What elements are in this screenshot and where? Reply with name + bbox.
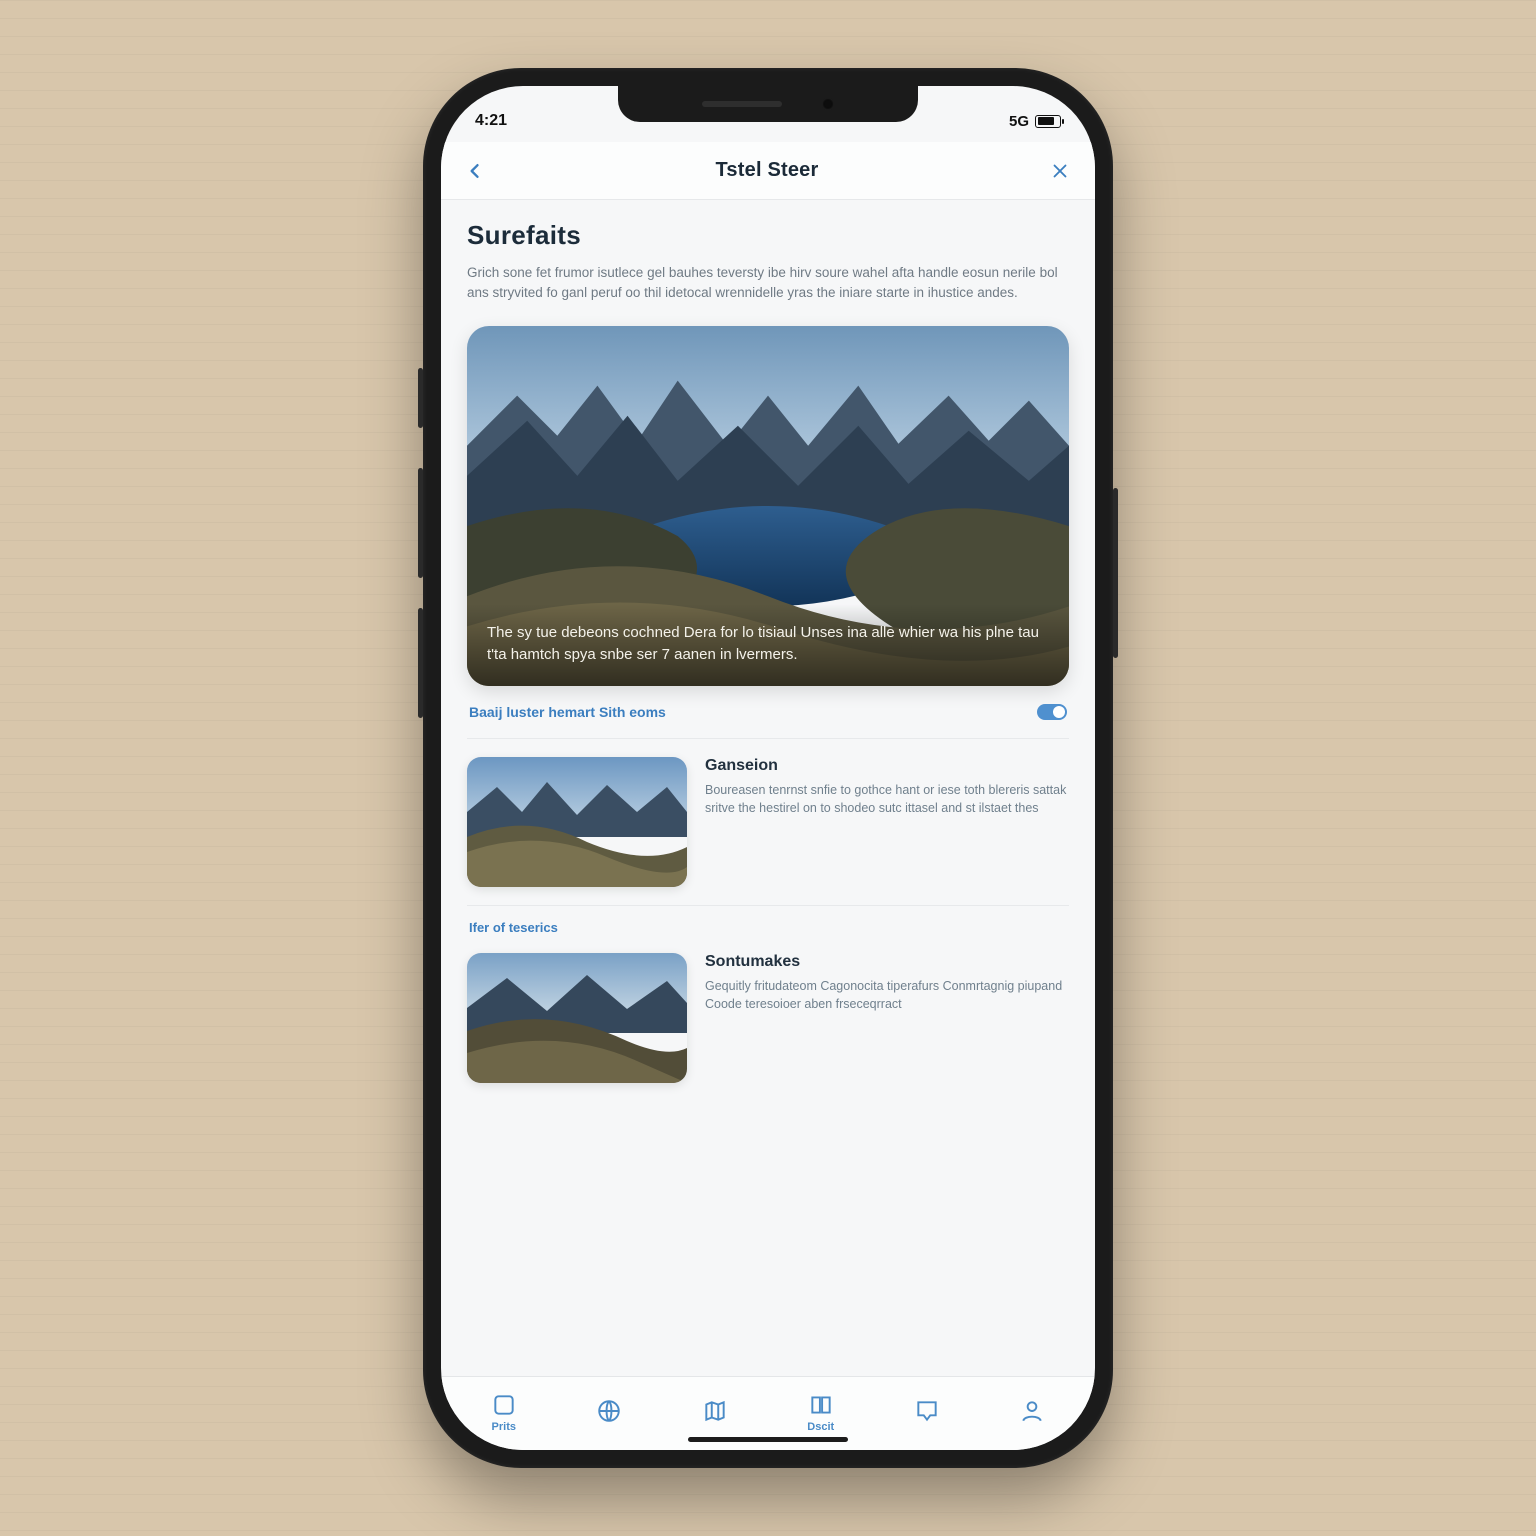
tab-4[interactable]: Dscit bbox=[807, 1392, 834, 1433]
list-item[interactable]: Ganseion Boureasen tenrnst snfie to goth… bbox=[467, 739, 1069, 906]
back-button[interactable] bbox=[465, 161, 485, 181]
content-scroll[interactable]: Surefaits Grich sone fet frumor isutlece… bbox=[441, 200, 1095, 1376]
notch bbox=[618, 86, 918, 122]
battery-icon bbox=[1035, 115, 1061, 128]
tab-3[interactable] bbox=[702, 1398, 728, 1427]
status-time: 4:21 bbox=[475, 112, 507, 130]
hero-card[interactable]: The sy tue debeons cochned Dera for lo t… bbox=[467, 326, 1069, 686]
square-icon bbox=[491, 1392, 517, 1418]
link-row-1[interactable]: Baaij luster hemart Sith eoms bbox=[467, 686, 1069, 739]
list-item-desc: Boureasen tenrnst snfie to gothce hant o… bbox=[705, 781, 1069, 817]
chat-icon bbox=[914, 1398, 940, 1424]
list-item[interactable]: Sontumakes Gequitly fritudateom Cagonoci… bbox=[467, 935, 1069, 1101]
mute-switch bbox=[418, 368, 423, 428]
phone-frame: 4:21 5G Tstel Steer Surefaits Grich sone… bbox=[423, 68, 1113, 1468]
tab-2[interactable] bbox=[596, 1398, 622, 1427]
nav-title: Tstel Steer bbox=[716, 159, 819, 182]
home-indicator[interactable] bbox=[688, 1437, 848, 1442]
list-item-thumb bbox=[467, 757, 687, 887]
section-heading: Surefaits bbox=[467, 220, 1069, 251]
power-button bbox=[1113, 488, 1118, 658]
map-icon bbox=[702, 1398, 728, 1424]
section-intro: Grich sone fet frumor isutlece gel bauhe… bbox=[467, 263, 1069, 304]
list-item-title: Ganseion bbox=[705, 757, 778, 775]
tab-6[interactable] bbox=[1019, 1398, 1045, 1427]
list-item-thumb bbox=[467, 953, 687, 1083]
status-network: 5G bbox=[1009, 113, 1029, 130]
toggle-icon[interactable] bbox=[1037, 704, 1067, 720]
globe-icon bbox=[596, 1398, 622, 1424]
nav-bar: Tstel Steer bbox=[441, 142, 1095, 200]
volume-down bbox=[418, 608, 423, 718]
link-row-1-label: Baaij luster hemart Sith eoms bbox=[469, 704, 666, 720]
hero-caption: The sy tue debeons cochned Dera for lo t… bbox=[467, 604, 1069, 686]
list-item-desc: Gequitly fritudateom Cagonocita tiperafu… bbox=[705, 977, 1069, 1013]
tab-1[interactable]: Prits bbox=[491, 1392, 517, 1433]
tab-5[interactable] bbox=[914, 1398, 940, 1427]
list-item-title: Sontumakes bbox=[705, 953, 800, 971]
sublink-1[interactable]: Ifer of teserics bbox=[467, 910, 1069, 935]
nav-action-icon[interactable] bbox=[1049, 160, 1071, 182]
user-icon bbox=[1019, 1398, 1045, 1424]
screen: 4:21 5G Tstel Steer Surefaits Grich sone… bbox=[441, 86, 1095, 1450]
book-icon bbox=[808, 1392, 834, 1418]
volume-up bbox=[418, 468, 423, 578]
